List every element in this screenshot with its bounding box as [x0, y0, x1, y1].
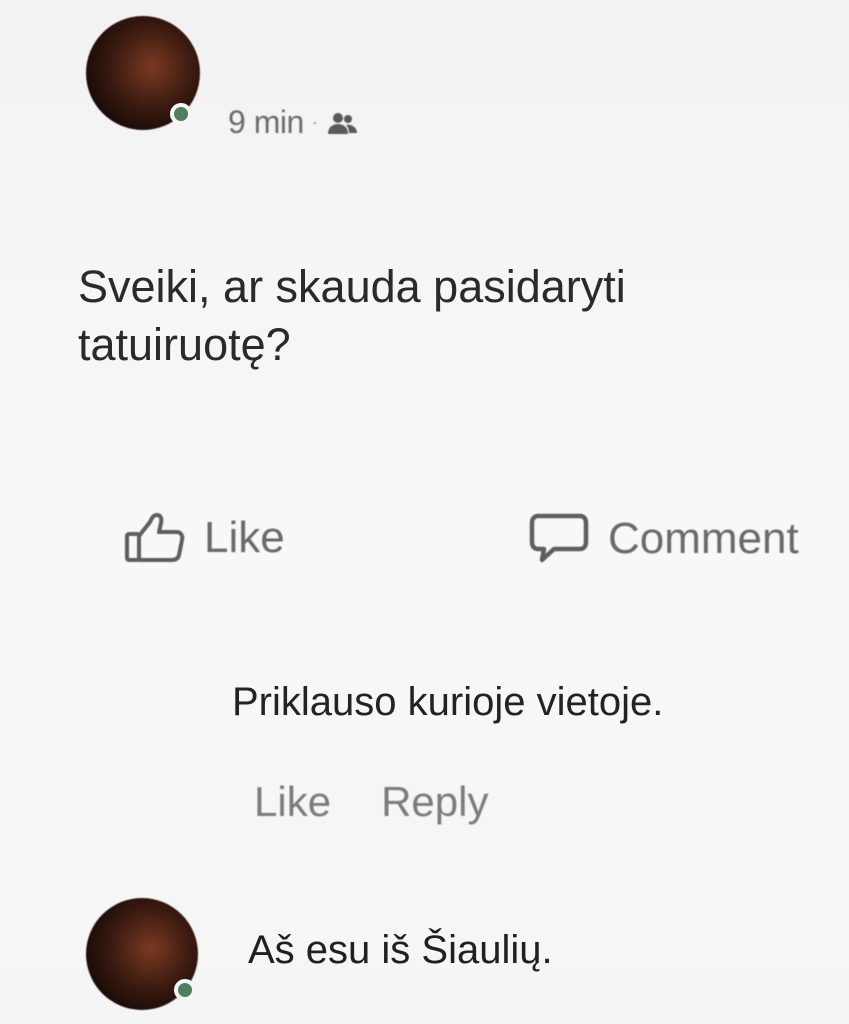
post-time[interactable]: 9 min — [228, 104, 304, 141]
reply-reply-link[interactable]: Reply — [381, 778, 488, 826]
friends-icon[interactable] — [325, 109, 361, 137]
post-screenshot: 9 min · Sveiki, ar skauda pasidaryti tat… — [0, 0, 849, 1024]
bottom-comment-text: Aš esu iš Šiaulių. — [248, 928, 553, 972]
reply-comment-text: Priklauso kurioje vietoje. — [232, 680, 664, 724]
meta-separator: · — [311, 112, 318, 132]
like-label: Like — [204, 513, 285, 562]
online-status-dot — [174, 979, 196, 1001]
comment-label: Comment — [608, 514, 799, 563]
post-body-text: Sveiki, ar skauda pasidaryti tatuiruotę? — [78, 261, 626, 370]
reply-like-link[interactable]: Like — [254, 778, 331, 826]
comment-button[interactable]: Comment — [528, 512, 799, 566]
online-status-dot — [170, 103, 192, 125]
thumbs-up-icon — [125, 513, 185, 562]
reply-actions: Like Reply — [254, 778, 488, 826]
post-meta: 9 min · — [228, 104, 361, 141]
like-button[interactable]: Like — [124, 512, 285, 564]
comment-bubble-icon — [529, 513, 589, 563]
